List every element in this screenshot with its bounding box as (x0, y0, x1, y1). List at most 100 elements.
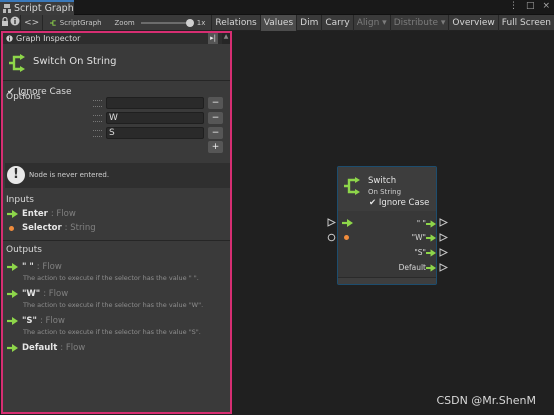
flow-arrow-icon (7, 344, 18, 352)
inputs-section: Inputs Enter : Flow Selector : String (3, 193, 230, 235)
zoom-slider-handle[interactable] (185, 18, 194, 27)
output-label: "S" (414, 248, 426, 257)
port-name: Selector (22, 223, 62, 233)
flow-arrow-icon (426, 220, 436, 228)
output-connector-icon[interactable] (439, 248, 448, 257)
warning-box: ! Node is never entered. (5, 163, 230, 188)
port-type: : Flow (39, 316, 65, 326)
toolbar-separator (42, 14, 44, 31)
enter-input-connector-icon[interactable] (327, 218, 336, 227)
port-description: The action to execute if the selector ha… (23, 301, 204, 309)
inspector-info-icon (6, 35, 13, 42)
output-connector-icon[interactable] (439, 233, 448, 242)
ignore-case-label: Ignore Case (378, 198, 430, 208)
port-name: "S" (22, 316, 37, 326)
selector-input-connector-icon[interactable] (327, 233, 336, 242)
drag-handle-icon[interactable] (93, 130, 102, 137)
lock-icon[interactable] (0, 16, 10, 29)
flow-arrow-icon (426, 234, 436, 242)
options-list: − W − S − (91, 96, 223, 141)
port-type: : Flow (36, 262, 62, 272)
warning-text: Node is never entered. (29, 171, 110, 179)
remove-option-button[interactable]: − (208, 127, 223, 139)
port-name: Enter (22, 209, 48, 219)
outputs-section: Outputs " " : Flow The action to execute… (3, 243, 230, 355)
values-button[interactable]: Values (259, 14, 297, 31)
port-name: "W" (22, 289, 41, 299)
drag-handle-icon[interactable] (93, 100, 102, 107)
overview-button[interactable]: Overview (448, 14, 497, 31)
options-label: Options (6, 92, 41, 102)
remove-option-button[interactable]: − (208, 112, 223, 124)
remove-option-button[interactable]: − (208, 97, 223, 109)
zoom-value: 1x (196, 18, 206, 27)
node-output-row: " " (338, 217, 438, 231)
node-title: Switch (368, 176, 397, 186)
flow-arrow-icon (426, 249, 436, 257)
inputs-title: Inputs (6, 195, 34, 205)
output-label: Default (398, 263, 426, 272)
check-icon[interactable]: ✔ (369, 198, 376, 208)
port-description: The action to execute if the selector ha… (23, 328, 201, 336)
switch-on-string-node[interactable]: Switch On String ✔ Ignore Case " " "W" "… (337, 166, 437, 285)
output-port: " " : Flow (3, 260, 230, 274)
port-type: : Flow (43, 289, 69, 299)
navigate-icon[interactable]: <> (21, 18, 43, 28)
port-type: : Flow (60, 343, 86, 353)
graph-toolbar: <> ScriptGraph Zoom 1x Relations Values … (0, 14, 554, 31)
dim-button[interactable]: Dim (296, 14, 321, 31)
divider (3, 240, 230, 241)
option-field[interactable]: W (106, 112, 204, 124)
list-item: W − (91, 111, 223, 126)
node-title: Switch On String (33, 56, 117, 67)
node-output-row: "W" (338, 231, 438, 245)
input-port-selector: Selector : String (3, 221, 230, 235)
port-description: The action to execute if the selector ha… (23, 274, 199, 282)
tab-title: Script Graph (14, 3, 74, 14)
window-controls: ⋮ □ × (509, 1, 550, 11)
graph-inspector-panel: Graph Inspector ▸| ▲ Switch On String ✔ … (1, 31, 232, 414)
full-screen-button[interactable]: Full Screen (497, 14, 554, 31)
output-label: "W" (411, 233, 426, 242)
output-port: "S" : Flow (3, 314, 230, 328)
zoom-label: Zoom (114, 18, 135, 27)
node-ignore-case-toggle[interactable]: ✔ Ignore Case (369, 198, 429, 208)
input-port-enter: Enter : Flow (3, 207, 230, 221)
relations-button[interactable]: Relations (211, 14, 259, 31)
maximize-icon[interactable]: □ (526, 1, 535, 11)
window-menu-icon[interactable]: ⋮ (509, 1, 518, 11)
output-connector-icon[interactable] (439, 218, 448, 227)
port-type: : Flow (50, 209, 76, 219)
drag-handle-icon[interactable] (93, 115, 102, 122)
info-icon[interactable] (10, 16, 20, 29)
add-option-button[interactable]: + (208, 141, 223, 153)
outputs-title: Outputs (6, 245, 42, 255)
window-titlebar: Script Graph ⋮ □ × (0, 0, 554, 15)
pin-inspector-button[interactable]: ▸| (208, 33, 218, 44)
switch-node-icon (9, 54, 25, 72)
option-field[interactable] (106, 97, 204, 109)
breadcrumb[interactable]: ScriptGraph (60, 19, 102, 27)
flow-arrow-icon (7, 290, 18, 298)
flow-arrow-icon (7, 210, 18, 218)
inspector-header: Graph Inspector ▸| ▲ (3, 33, 230, 44)
output-connector-icon[interactable] (439, 263, 448, 272)
close-icon[interactable]: × (542, 1, 550, 11)
node-header: Switch On String ✔ Ignore Case (338, 167, 436, 211)
node-output-row: "S" (338, 246, 438, 260)
tab-script-graph[interactable]: Script Graph (0, 0, 74, 15)
port-name: " " (22, 262, 34, 272)
distribute-dropdown[interactable]: Distribute ▾ (389, 14, 449, 31)
inspector-node-header: Switch On String (3, 44, 230, 80)
script-graph-icon (3, 4, 11, 13)
zoom-slider[interactable] (140, 18, 194, 27)
output-port: Default : Flow (3, 341, 230, 355)
watermark: CSDN @Mr.ShenM (436, 394, 536, 407)
port-name: Default (22, 343, 58, 353)
align-dropdown[interactable]: Align ▾ (352, 14, 390, 31)
flow-arrow-icon (7, 317, 18, 325)
node-subtitle: On String (368, 188, 402, 196)
inspector-scroll-up[interactable]: ▲ (222, 33, 230, 44)
carry-button[interactable]: Carry (321, 14, 352, 31)
option-field[interactable]: S (106, 127, 204, 139)
